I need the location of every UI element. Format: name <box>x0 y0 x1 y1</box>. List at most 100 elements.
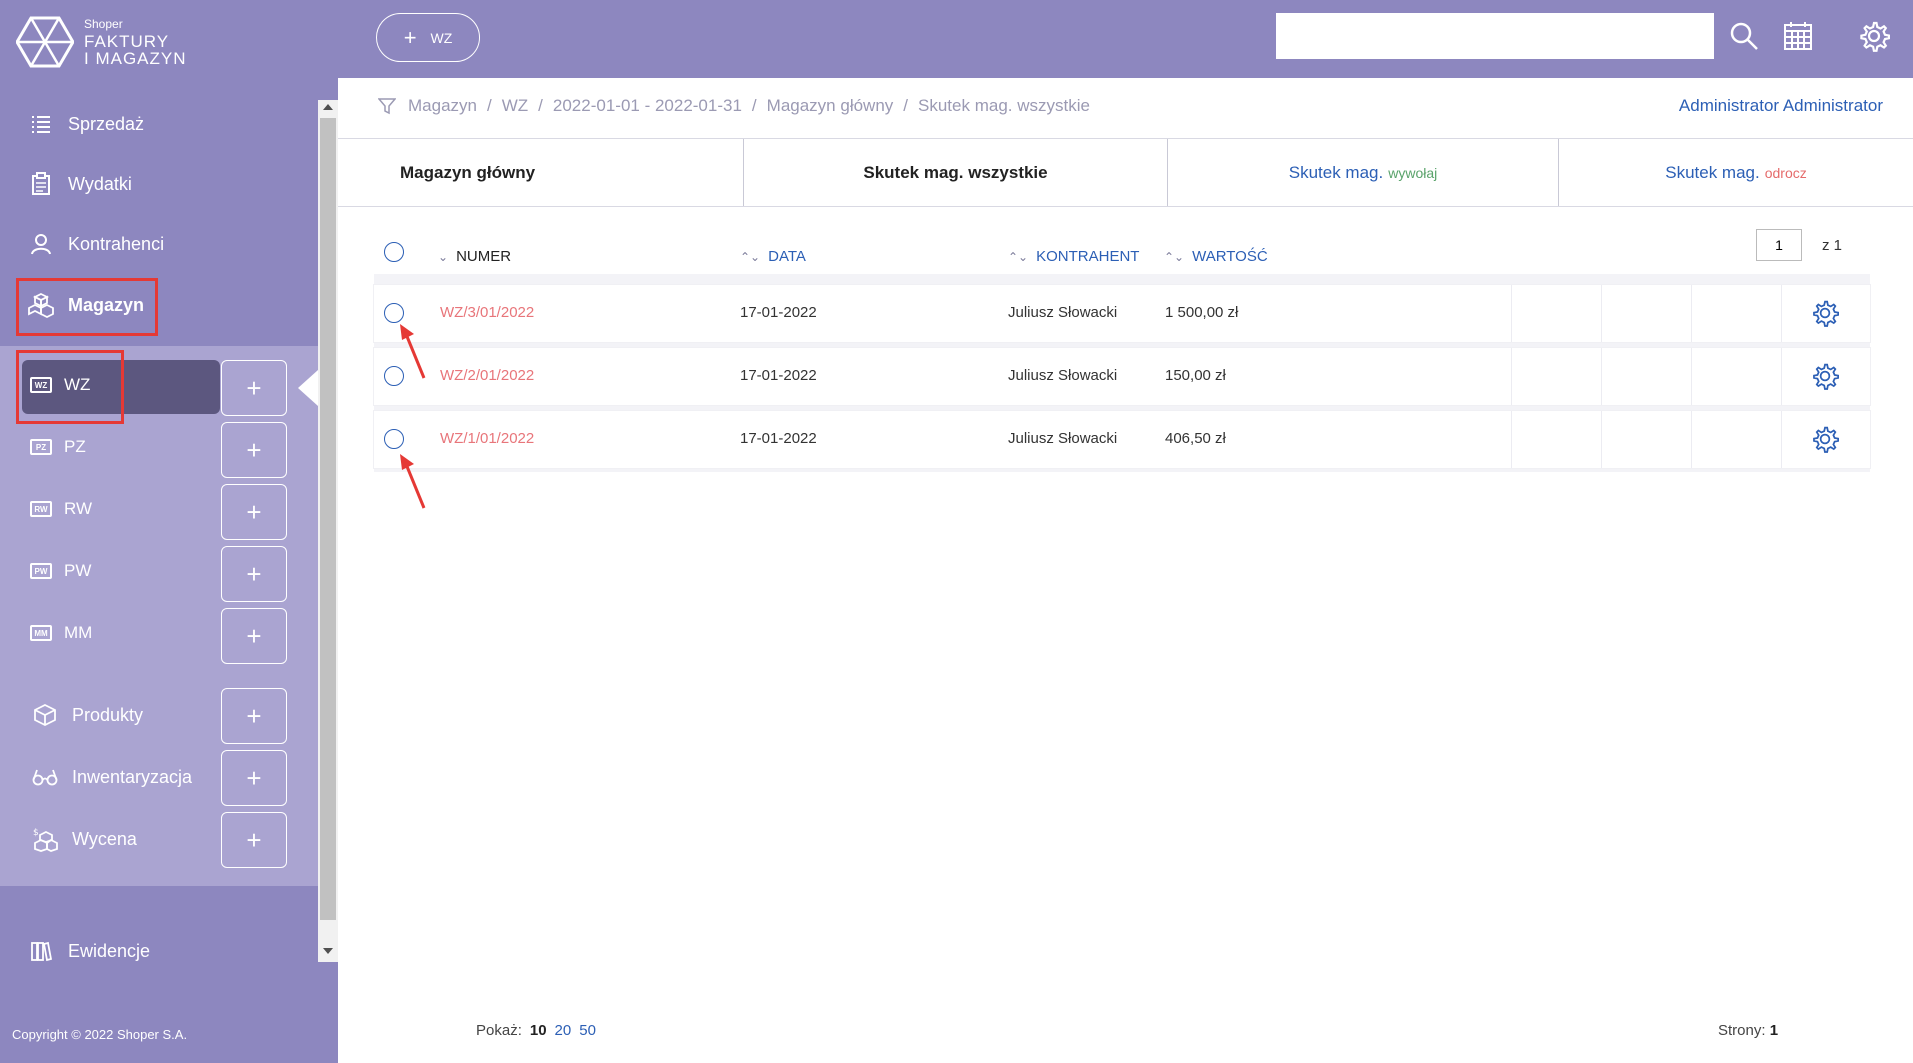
breadcrumb-item[interactable]: Magazyn <box>408 96 477 116</box>
subnav-mm[interactable]: MM MM <box>30 623 92 643</box>
plus-icon: + <box>403 24 417 50</box>
document-date: 17-01-2022 <box>740 304 817 321</box>
active-pointer <box>298 370 318 406</box>
search-input[interactable] <box>1276 13 1714 59</box>
calendar-icon[interactable] <box>1782 20 1814 52</box>
add-rw-button[interactable]: + <box>221 484 287 540</box>
nav-label: Ewidencje <box>68 940 151 961</box>
subnav-pz[interactable]: PZ PZ <box>30 437 86 457</box>
tab-label: Skutek mag. <box>1288 162 1384 182</box>
scroll-down-icon[interactable] <box>323 948 333 954</box>
add-pw-button[interactable]: + <box>221 546 287 602</box>
nav-inwentaryzacja[interactable]: Inwentaryzacja <box>32 764 192 790</box>
nav-produkty[interactable]: Produkty <box>32 702 143 728</box>
table-row[interactable]: WZ/1/01/2022 17-01-2022 Juliusz Słowacki… <box>374 411 1870 468</box>
breadcrumb-item[interactable]: WZ <box>502 96 528 116</box>
nav-label: Wycena <box>72 828 137 849</box>
add-produkt-button[interactable]: + <box>221 688 287 744</box>
row-settings-gear-icon[interactable] <box>1811 362 1839 390</box>
col-kontrahent[interactable]: ⌃⌄ KONTRAHENT <box>1008 248 1139 265</box>
nav-label: Sprzedaż <box>68 113 145 134</box>
tab-label: Magazyn główny <box>400 162 536 182</box>
column-divider <box>1601 285 1602 342</box>
breadcrumb-item[interactable]: Skutek mag. wszystkie <box>918 96 1090 116</box>
row-settings-gear-icon[interactable] <box>1811 425 1839 453</box>
nav-wycena[interactable]: $ Wycena <box>32 826 137 852</box>
column-divider <box>1511 411 1512 468</box>
nav-ewidencje[interactable]: Ewidencje <box>28 938 150 964</box>
breadcrumb-item[interactable]: 2022-01-01 - 2022-01-31 <box>553 96 742 116</box>
document-number-link[interactable]: WZ/3/01/2022 <box>440 304 534 321</box>
highlight-box-wz <box>16 350 124 424</box>
tab-skutek-wywolaj[interactable]: Skutek mag. wywołaj <box>1168 139 1559 206</box>
document-number-link[interactable]: WZ/2/01/2022 <box>440 367 534 384</box>
subnav-label: PZ <box>64 437 86 456</box>
row-select-radio[interactable] <box>384 303 404 323</box>
sidebar-scroll-thumb[interactable] <box>320 118 336 920</box>
scroll-up-icon[interactable] <box>323 104 333 110</box>
filter-icon[interactable] <box>378 97 396 115</box>
add-wz-button[interactable]: + <box>221 360 287 416</box>
sort-desc-icon: ⌄ <box>438 249 449 264</box>
column-divider <box>1511 348 1512 405</box>
subnav-pw[interactable]: PW PW <box>30 561 91 581</box>
column-divider <box>1691 411 1692 468</box>
pages-value[interactable]: 1 <box>1770 1022 1778 1039</box>
subnav-label: RW <box>64 499 93 518</box>
add-pz-button[interactable]: + <box>221 422 287 478</box>
page-number-input[interactable] <box>1756 229 1802 261</box>
nav-sprzedaz[interactable]: Sprzedaż <box>28 111 144 137</box>
col-label: DATA <box>768 248 806 265</box>
page-size-selector: Pokaż: 10 20 50 <box>476 1022 596 1039</box>
tab-label: Skutek mag. <box>1665 162 1760 182</box>
row-settings-gear-icon[interactable] <box>1811 299 1839 327</box>
sort-icon: ⌃⌄ <box>1164 249 1185 264</box>
tab-skutek-odrocz[interactable]: Skutek mag. odrocz <box>1559 139 1913 206</box>
tab-skutek-wszystkie[interactable]: Skutek mag. wszystkie <box>744 139 1168 206</box>
table-row[interactable]: WZ/2/01/2022 17-01-2022 Juliusz Słowacki… <box>374 348 1870 405</box>
page-size-option[interactable]: 20 <box>555 1022 572 1039</box>
filter-tabs: Magazyn główny Skutek mag. wszystkie Sku… <box>338 138 1913 207</box>
page-total: z 1 <box>1822 237 1843 254</box>
col-numer[interactable]: ⌄ NUMER <box>438 248 511 265</box>
select-all-radio[interactable] <box>384 242 404 262</box>
col-label: NUMER <box>456 248 512 265</box>
glasses-icon <box>32 764 58 790</box>
pz-doc-icon: PZ <box>30 439 52 455</box>
search-icon[interactable] <box>1728 20 1760 52</box>
nav-label: Produkty <box>72 704 144 725</box>
document-number-link[interactable]: WZ/1/01/2022 <box>440 430 534 447</box>
page-size-option[interactable]: 10 <box>530 1022 547 1039</box>
settings-gear-icon[interactable] <box>1858 20 1890 52</box>
add-mm-button[interactable]: + <box>221 608 287 664</box>
subnav-rw[interactable]: RW RW <box>30 499 92 519</box>
tab-magazyn-glowny[interactable]: Magazyn główny <box>338 139 744 206</box>
logo-icon <box>16 16 74 68</box>
add-wycena-button[interactable]: + <box>221 812 287 868</box>
breadcrumb-item[interactable]: Magazyn główny <box>767 96 894 116</box>
tab-suffix: wywołaj <box>1388 164 1438 181</box>
column-divider <box>1601 411 1602 468</box>
col-wartosc[interactable]: ⌃⌄ WARTOŚĆ <box>1164 248 1268 265</box>
column-divider <box>1511 285 1512 342</box>
nav-label: Kontrahenci <box>68 233 165 254</box>
table-row[interactable]: WZ/3/01/2022 17-01-2022 Juliusz Słowacki… <box>374 285 1870 342</box>
logo[interactable]: Shoper FAKTURY I MAGAZYN <box>16 16 187 68</box>
add-inwentaryzacja-button[interactable]: + <box>221 750 287 806</box>
books-icon <box>28 938 54 964</box>
box-icon <box>32 702 58 728</box>
subnav-label: MM <box>64 623 93 642</box>
document-contractor: Juliusz Słowacki <box>1008 430 1118 447</box>
user-name-link[interactable]: Administrator Administrator <box>1679 96 1883 116</box>
nav-wydatki[interactable]: Wydatki <box>28 171 132 197</box>
brand-line2: I MAGAZYN <box>84 48 187 68</box>
col-label: KONTRAHENT <box>1036 248 1140 265</box>
row-select-radio[interactable] <box>384 429 404 449</box>
col-data[interactable]: ⌃⌄ DATA <box>740 248 806 265</box>
document-value: 150,00 zł <box>1165 367 1226 384</box>
nav-kontrahenci[interactable]: Kontrahenci <box>28 231 164 257</box>
new-wz-button[interactable]: + WZ <box>376 13 480 62</box>
page-size-option[interactable]: 50 <box>579 1022 596 1039</box>
sidebar: Shoper FAKTURY I MAGAZYN Sprzedaż Wydatk… <box>0 0 338 1063</box>
col-label: WARTOŚĆ <box>1192 248 1268 265</box>
